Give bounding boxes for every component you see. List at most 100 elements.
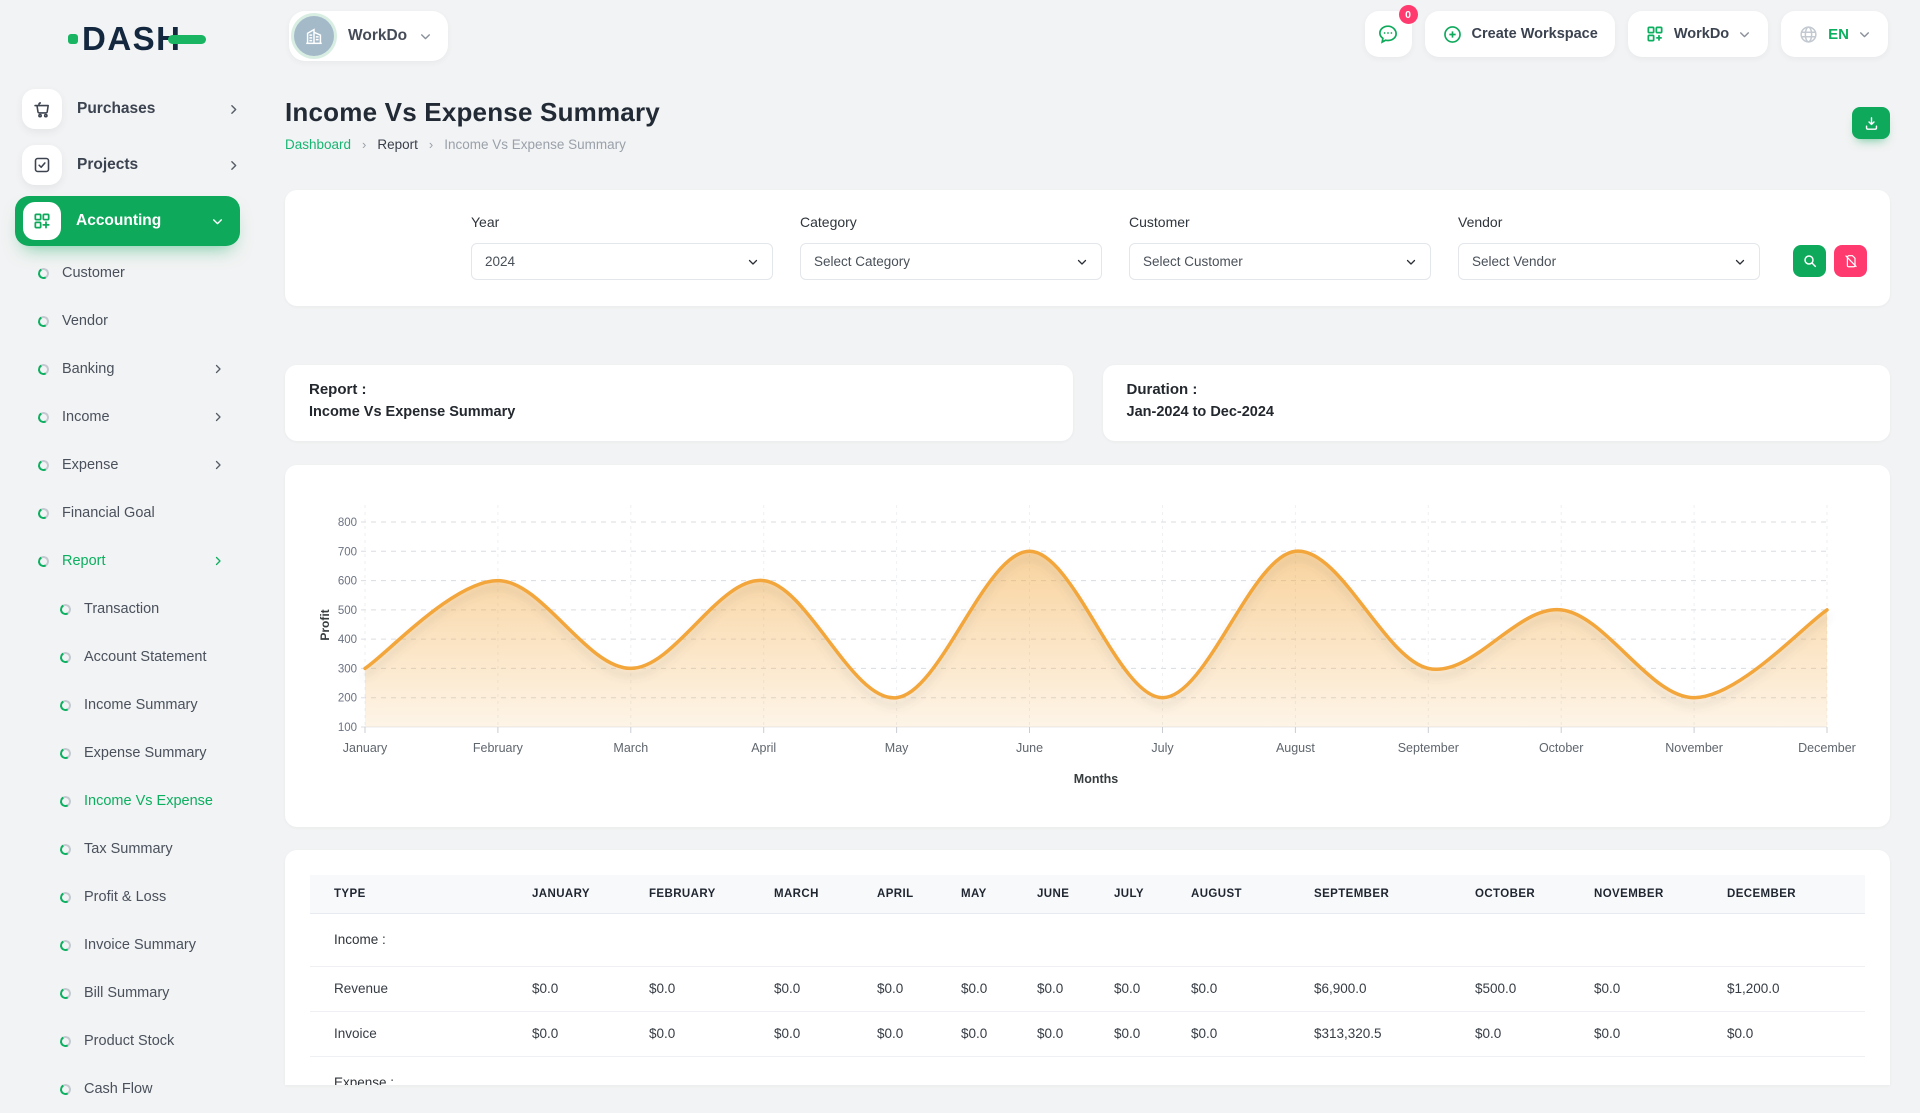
sidebar-item-accounting[interactable]: Accounting	[15, 196, 240, 246]
summary-card-title: Duration :	[1127, 381, 1867, 398]
sidebar-report-item-tax-summary[interactable]: Tax Summary	[0, 825, 260, 873]
chevron-right-icon	[212, 555, 224, 567]
table-cell-value: $1,200.0	[1703, 966, 1865, 1011]
svg-text:800: 800	[338, 517, 357, 529]
sidebar-subitem-expense[interactable]: Expense	[0, 441, 260, 489]
sidebar-report-item-label: Product Stock	[84, 1033, 224, 1049]
customer-select[interactable]: Select Customer	[1129, 243, 1431, 280]
category-select[interactable]: Select Category	[800, 243, 1102, 280]
sidebar-item-projects[interactable]: Projects	[0, 137, 260, 193]
breadcrumb-link[interactable]: Dashboard	[285, 137, 351, 152]
sidebar-subitem-banking[interactable]: Banking	[0, 345, 260, 393]
sidebar-subitem-label: Vendor	[62, 313, 224, 329]
sidebar-subitem-income[interactable]: Income	[0, 393, 260, 441]
sidebar-subitem-label: Report	[62, 553, 212, 569]
svg-text:May: May	[885, 741, 909, 755]
sidebar-report-item-account-statement[interactable]: Account Statement	[0, 633, 260, 681]
breadcrumb-link[interactable]: Report	[377, 137, 418, 152]
chevron-right-icon	[227, 103, 240, 116]
check-square-icon	[32, 155, 52, 175]
sidebar-subitem-label: Income	[62, 409, 212, 425]
sidebar-report-item-label: Account Statement	[84, 649, 224, 665]
table-cell-value: $0.0	[1451, 1011, 1570, 1056]
icon-tile	[22, 145, 62, 185]
svg-text:400: 400	[338, 634, 357, 646]
chevron-down-icon	[747, 256, 759, 268]
icon-tile	[23, 202, 61, 240]
chevron-holder	[1076, 256, 1088, 268]
download-button[interactable]	[1852, 107, 1890, 139]
sidebar-report-item-cash-flow[interactable]: Cash Flow	[0, 1065, 260, 1113]
table-cell-value: $0.0	[1090, 1011, 1167, 1056]
chevron-holder	[212, 459, 224, 471]
svg-text:500: 500	[338, 605, 357, 617]
table-cell-value: $0.0	[937, 966, 1013, 1011]
table-header-cell: NOVEMBER	[1570, 875, 1703, 913]
bullet-icon	[59, 1034, 72, 1047]
bullet-icon	[59, 842, 72, 855]
svg-text:100: 100	[338, 722, 357, 734]
icon-tile	[22, 89, 62, 129]
bullet-icon	[37, 410, 50, 423]
table-cell-type: Revenue	[310, 966, 508, 1011]
cart-icon	[32, 99, 53, 120]
sidebar-report-item-profit-loss[interactable]: Profit & Loss	[0, 873, 260, 921]
table-header-cell: TYPE	[310, 875, 508, 913]
sidebar-report-item-income-vs-expense[interactable]: Income Vs Expense	[0, 777, 260, 825]
sidebar-subitem-customer[interactable]: Customer	[0, 249, 260, 297]
breadcrumb: Dashboard›Report›Income Vs Expense Summa…	[285, 137, 1890, 152]
table-cell-value: $0.0	[750, 1011, 853, 1056]
table-cell-value: $0.0	[1570, 966, 1703, 1011]
sidebar-report-item-label: Profit & Loss	[84, 889, 224, 905]
table-cell-value: $0.0	[508, 1011, 625, 1056]
chevron-right-icon	[212, 411, 224, 423]
table-cell-value: $0.0	[1167, 1011, 1290, 1056]
breadcrumb-separator: ›	[362, 137, 366, 152]
chevron-holder	[747, 256, 759, 268]
chevron-holder	[211, 215, 224, 228]
filter-field-year: Year2024	[471, 214, 773, 280]
table-header-cell: OCTOBER	[1451, 875, 1570, 913]
sidebar-report-item-invoice-summary[interactable]: Invoice Summary	[0, 921, 260, 969]
filter-field-customer: CustomerSelect Customer	[1129, 214, 1431, 280]
table-header-cell: MARCH	[750, 875, 853, 913]
sidebar-report-item-transaction[interactable]: Transaction	[0, 585, 260, 633]
svg-text:600: 600	[338, 576, 357, 588]
table-header-cell: JULY	[1090, 875, 1167, 913]
sidebar-item-purchases[interactable]: Purchases	[0, 81, 260, 137]
table-header-cell: AUGUST	[1167, 875, 1290, 913]
sidebar-subitem-vendor[interactable]: Vendor	[0, 297, 260, 345]
chart-card: 100200300400500600700800 JanuaryFebruary…	[285, 465, 1890, 827]
svg-text:June: June	[1016, 741, 1043, 755]
chevron-down-icon	[1734, 256, 1746, 268]
filter-field-label: Vendor	[1458, 214, 1760, 230]
sidebar-report-item-bill-summary[interactable]: Bill Summary	[0, 969, 260, 1017]
main-content: Income Vs Expense Summary Dashboard › Repo…	[285, 0, 1890, 1085]
app-logo[interactable]: DASH	[68, 22, 206, 55]
bullet-icon	[37, 554, 50, 567]
sidebar-subitem-financial-goal[interactable]: Financial Goal	[0, 489, 260, 537]
table-header-cell: FEBRUARY	[625, 875, 750, 913]
chevron-right-icon	[212, 363, 224, 375]
svg-text:February: February	[473, 741, 524, 755]
table-group-label: Income :	[310, 913, 1865, 966]
sidebar-report-item-income-summary[interactable]: Income Summary	[0, 681, 260, 729]
vendor-select[interactable]: Select Vendor	[1458, 243, 1760, 280]
year-select[interactable]: 2024	[471, 243, 773, 280]
sidebar-subitem-report[interactable]: Report	[0, 537, 260, 585]
download-icon	[1863, 115, 1880, 132]
sidebar-report-item-product-stock[interactable]: Product Stock	[0, 1017, 260, 1065]
sidebar-item-label: Accounting	[76, 212, 211, 230]
filter-off-icon	[1843, 253, 1859, 269]
apply-filter-button[interactable]	[1793, 245, 1826, 277]
filter-card: Year2024CategorySelect CategoryCustomerS…	[285, 190, 1890, 306]
table-cell-value: $0.0	[1167, 966, 1290, 1011]
chart-svg: 100200300400500600700800 JanuaryFebruary…	[315, 491, 1860, 821]
reset-filter-button[interactable]	[1834, 245, 1867, 277]
summary-card-value: Income Vs Expense Summary	[309, 404, 1049, 420]
table-header-cell: MAY	[937, 875, 1013, 913]
sidebar-report-item-expense-summary[interactable]: Expense Summary	[0, 729, 260, 777]
select-value: Select Vendor	[1472, 254, 1556, 269]
summary-card: Duration :Jan-2024 to Dec-2024	[1103, 365, 1891, 441]
table-cell-value: $0.0	[625, 966, 750, 1011]
